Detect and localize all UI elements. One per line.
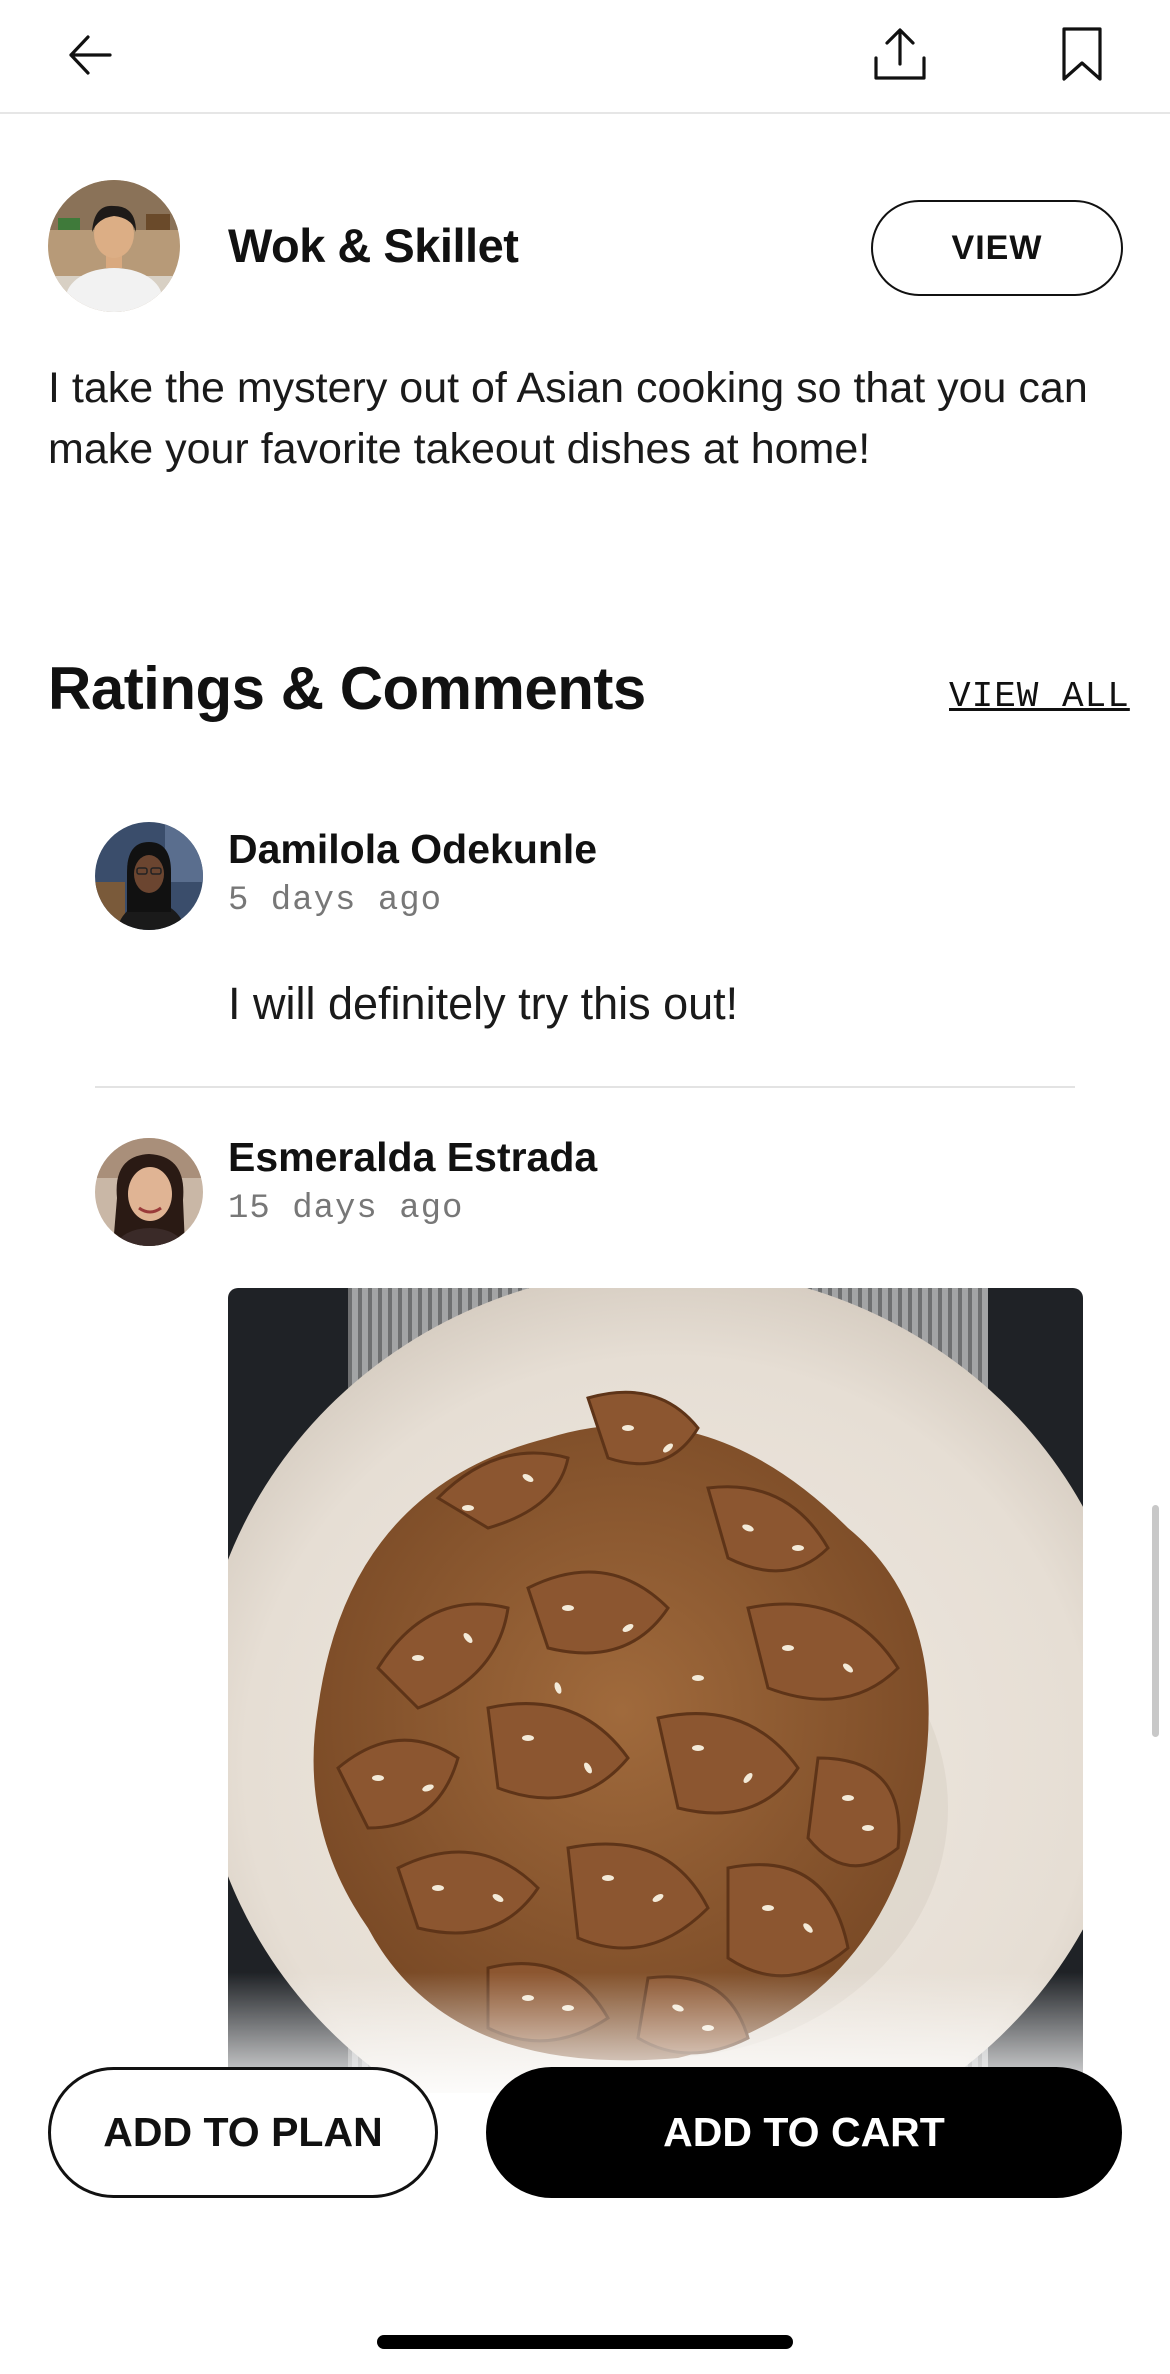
ratings-comments-heading: Ratings & Comments: [48, 655, 646, 722]
comment-divider: [95, 1086, 1075, 1088]
add-to-plan-button[interactable]: ADD TO PLAN: [48, 2067, 438, 2198]
comment-text: I will definitely try this out!: [228, 978, 739, 1029]
creator-bio: I take the mystery out of Asian cooking …: [48, 364, 1088, 473]
bookmark-icon: [1062, 27, 1102, 81]
commenter-name[interactable]: Esmeralda Estrada: [228, 1134, 597, 1181]
comment-time: 15 days ago: [228, 1190, 464, 1228]
bookmark-button[interactable]: [1044, 16, 1120, 92]
creator-avatar[interactable]: [48, 180, 180, 312]
share-button[interactable]: [862, 16, 938, 92]
comment-time: 5 days ago: [228, 882, 443, 920]
commenter-avatar[interactable]: [95, 1138, 203, 1246]
comment-photo[interactable]: [228, 1288, 1083, 2093]
view-all-link[interactable]: VIEW ALL: [949, 676, 1130, 717]
share-upload-icon: [874, 28, 926, 80]
creator-name[interactable]: Wok & Skillet: [228, 218, 519, 273]
commenter-avatar[interactable]: [95, 822, 203, 930]
home-indicator[interactable]: [377, 2335, 793, 2349]
top-bar: [0, 0, 1170, 114]
scrollbar[interactable]: [1152, 1505, 1159, 1737]
add-to-cart-button[interactable]: ADD TO CART: [486, 2067, 1122, 2198]
arrow-left-icon: [69, 35, 112, 75]
back-button[interactable]: [55, 20, 125, 90]
view-creator-button[interactable]: VIEW: [871, 200, 1123, 296]
commenter-name[interactable]: Damilola Odekunle: [228, 826, 597, 873]
